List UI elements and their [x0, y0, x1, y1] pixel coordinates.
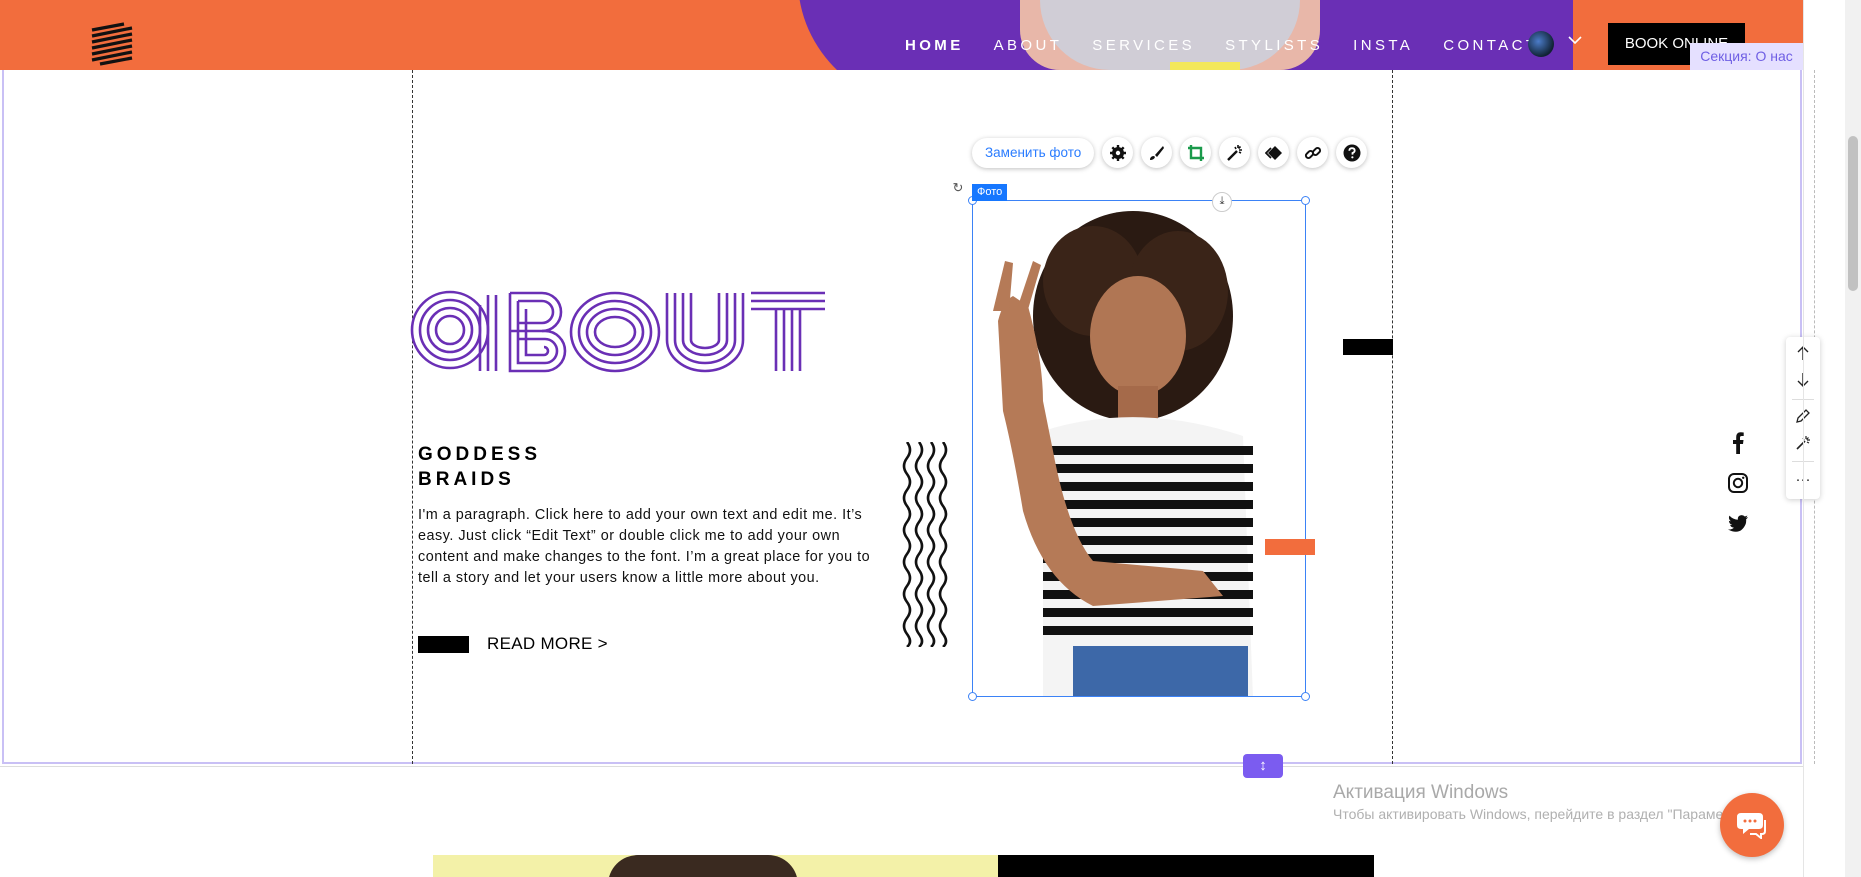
next-section-image — [433, 855, 998, 877]
section-stretch-handle[interactable]: ↕ — [1243, 754, 1283, 778]
magic-wand-icon[interactable] — [1219, 137, 1251, 168]
logo-icon[interactable] — [90, 22, 134, 66]
nav-services[interactable]: SERVICES — [1092, 37, 1195, 54]
help-icon[interactable] — [1336, 137, 1368, 168]
twitter-icon[interactable] — [1726, 511, 1750, 535]
decor-orange-bar — [1265, 539, 1315, 555]
about-title-art[interactable] — [405, 285, 825, 375]
link-icon[interactable] — [1297, 137, 1329, 168]
nav-contact[interactable]: CONTACT — [1443, 37, 1538, 54]
nav-insta[interactable]: INSTA — [1353, 37, 1413, 54]
nav-stylists[interactable]: STYLISTS — [1225, 37, 1323, 54]
hero-image-accent — [1170, 62, 1240, 70]
section-frame — [2, 70, 1802, 764]
chat-icon[interactable] — [1720, 793, 1784, 857]
facebook-icon[interactable] — [1726, 431, 1750, 455]
about-paragraph[interactable]: I'm a paragraph. Click here to add your … — [418, 505, 873, 589]
section-divider — [0, 766, 1803, 767]
read-more-bar — [418, 636, 469, 653]
download-icon[interactable]: ⤓ — [1212, 192, 1232, 212]
gear-icon[interactable] — [1102, 137, 1134, 168]
wavy-lines-decoration[interactable] — [900, 442, 950, 647]
section-label: Секция: О нас — [1690, 43, 1803, 70]
chevron-down-icon[interactable] — [1567, 32, 1583, 48]
resize-handle-sw[interactable] — [968, 692, 977, 701]
hero-image-shirt — [1040, 0, 1300, 70]
about-photo[interactable] — [972, 200, 1306, 697]
brush-icon[interactable] — [1141, 137, 1173, 168]
about-heading[interactable]: GODDESS BRAIDS — [418, 442, 668, 492]
woman-peace-sign-image — [973, 201, 1305, 696]
globe-icon[interactable] — [1528, 31, 1554, 57]
grid-guide-left — [412, 70, 413, 764]
windows-activation-subtitle: Чтобы активировать Windows, перейдите в … — [1333, 806, 1756, 822]
heading-line-2: BRAIDS — [418, 469, 515, 490]
photo-toolbar: Заменить фото — [972, 137, 1368, 168]
resize-handle-se[interactable] — [1301, 692, 1310, 701]
nav-home[interactable]: HOME — [905, 37, 964, 54]
decor-black-bar — [1343, 339, 1393, 355]
scrollbar-track[interactable] — [1845, 0, 1861, 877]
replace-photo-button[interactable]: Заменить фото — [972, 137, 1095, 168]
main-nav: HOME ABOUT SERVICES STYLISTS INSTA CONTA… — [905, 37, 1568, 54]
windows-activation-title: Активация Windows — [1333, 782, 1509, 803]
rotate-icon[interactable]: ↻ — [950, 180, 966, 196]
element-type-tag: Фото — [972, 184, 1008, 201]
next-section-hair — [608, 855, 798, 877]
resize-handle-ne[interactable] — [1301, 196, 1310, 205]
animation-icon[interactable] — [1258, 137, 1290, 168]
site-header: HOME ABOUT SERVICES STYLISTS INSTA CONTA… — [0, 0, 1803, 70]
nav-about[interactable]: ABOUT — [994, 37, 1063, 54]
instagram-icon[interactable] — [1726, 471, 1750, 495]
grid-guide-right — [1392, 70, 1393, 764]
crop-icon[interactable] — [1180, 137, 1212, 168]
read-more-link[interactable]: READ MORE > — [487, 634, 608, 654]
next-section-panel — [998, 855, 1374, 877]
canvas-edge — [1803, 0, 1804, 877]
scrollbar-thumb[interactable] — [1848, 136, 1858, 291]
heading-line-1: GODDESS — [418, 444, 542, 465]
